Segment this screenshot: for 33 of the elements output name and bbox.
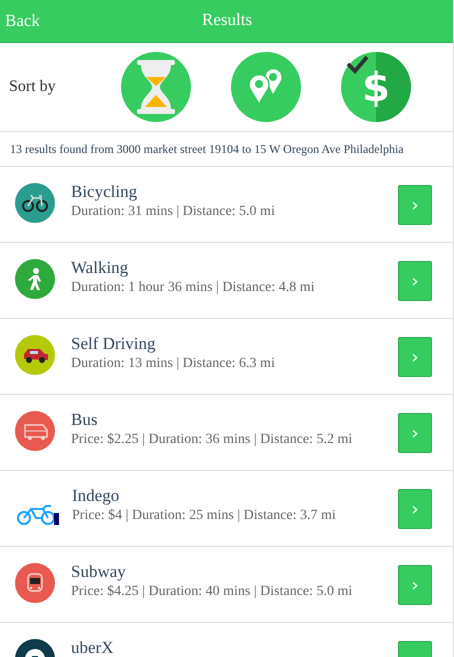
bicycle-icon xyxy=(16,505,60,525)
walking-person-icon xyxy=(15,259,55,299)
result-title: Bicycling xyxy=(71,181,138,203)
result-title: Self Driving xyxy=(71,333,157,355)
result-details: Duration: 1 hour 36 mins | Distance: 4.8 mi xyxy=(71,279,316,297)
sort-places-button[interactable] xyxy=(231,52,301,122)
dollar-sign: $ xyxy=(362,65,390,111)
back-link[interactable]: Back xyxy=(5,11,40,31)
train-icon xyxy=(15,563,55,603)
open-button[interactable]: › xyxy=(398,337,432,377)
sort-label: Sort by xyxy=(9,78,57,96)
result-details: Price: $4 | Duration: 25 mins | Distance: 3.7 mi xyxy=(72,507,337,525)
result-details: Duration: 13 mins | Distance: 6.3 mi xyxy=(71,355,276,373)
bicycle-icon xyxy=(15,183,55,223)
result-title: Bus xyxy=(71,409,98,431)
open-button[interactable]: › xyxy=(398,185,432,225)
result-title: Indego xyxy=(72,485,120,507)
result-title: Walking xyxy=(71,257,130,279)
result-details: Price: $4.25 | Duration: 40 mins | Distance: 5.0 mi xyxy=(71,583,354,601)
sort-time-button[interactable] xyxy=(121,52,191,122)
page-title: Results xyxy=(202,10,252,30)
open-button[interactable]: › xyxy=(398,565,432,605)
result-title: uberX xyxy=(71,637,114,657)
result-details: Price: $2.25 | Duration: 36 mins | Distance: 5.2 mi xyxy=(71,431,354,449)
sort-price-button[interactable]: $ xyxy=(341,52,411,122)
open-button[interactable]: › xyxy=(398,489,432,529)
open-button[interactable]: › xyxy=(398,261,432,301)
result-title: Subway xyxy=(71,561,127,583)
result-details: Duration: 31 mins | Distance: 5.0 mi xyxy=(71,203,276,221)
van-icon xyxy=(15,411,55,451)
open-button[interactable]: › xyxy=(398,413,432,453)
car-icon xyxy=(15,335,55,375)
results-summary: 13 results found from 3000 market street 19104 to 15 W Oregon Ave Philadelphia xyxy=(0,132,453,167)
